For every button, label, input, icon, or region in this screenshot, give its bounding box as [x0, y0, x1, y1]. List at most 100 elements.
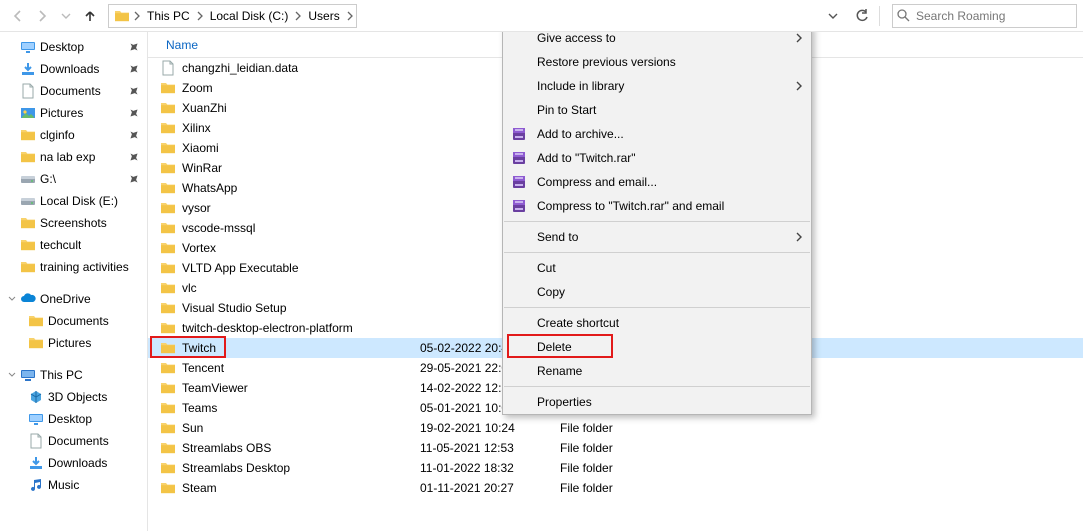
address-dropdown[interactable] [823, 11, 843, 21]
folder-icon [160, 380, 176, 396]
nav-item[interactable]: Documents [0, 430, 147, 452]
nav-item[interactable]: Downloads [0, 58, 147, 80]
nav-item[interactable]: training activities [0, 256, 147, 278]
documents-icon [20, 83, 36, 99]
menu-item-label: Give access to [537, 32, 616, 45]
menu-item[interactable]: Add to "Twitch.rar" [503, 146, 811, 170]
file-icon [160, 60, 176, 76]
folder-icon [113, 7, 131, 25]
file-name: Visual Studio Setup [182, 301, 287, 315]
menu-item[interactable]: Create shortcut [503, 311, 811, 335]
menu-item[interactable]: Send to [503, 225, 811, 249]
nav-item[interactable]: Desktop [0, 408, 147, 430]
nav-onedrive[interactable]: OneDrive [0, 288, 147, 310]
nav-item[interactable]: Screenshots [0, 212, 147, 234]
forward-button[interactable] [30, 4, 54, 28]
nav-item[interactable]: na lab exp [0, 146, 147, 168]
breadcrumb-this-pc[interactable]: This PC [141, 5, 196, 27]
nav-item[interactable]: Downloads [0, 452, 147, 474]
menu-item[interactable]: Give access to [503, 32, 811, 50]
submenu-arrow-icon [795, 81, 803, 91]
search-input[interactable]: Search Roaming [892, 4, 1077, 28]
documents-icon [28, 433, 44, 449]
blank-icon [509, 258, 529, 278]
breadcrumb-local-disk-c[interactable]: Local Disk (C:) [204, 5, 295, 27]
column-name[interactable]: Name [148, 38, 408, 52]
search-placeholder: Search Roaming [916, 9, 1005, 23]
folder-icon [28, 335, 44, 351]
file-name: XuanZhi [182, 101, 227, 115]
nav-item[interactable]: Music [0, 474, 147, 496]
nav-item[interactable]: Pictures [0, 102, 147, 124]
file-name: vlc [182, 281, 197, 295]
nav-item[interactable]: Documents [0, 80, 147, 102]
nav-item-label: Documents [48, 314, 109, 328]
menu-item[interactable]: Properties [503, 390, 811, 414]
rar-icon [509, 172, 529, 192]
pin-icon [129, 64, 143, 74]
menu-item[interactable]: Copy [503, 280, 811, 304]
nav-item[interactable]: Desktop [0, 36, 147, 58]
menu-item-label: Compress and email... [537, 175, 657, 189]
file-type: File folder [554, 441, 674, 455]
file-row[interactable]: Steam 01-11-2021 20:27 File folder [148, 478, 1083, 498]
folder-icon [160, 320, 176, 336]
file-row[interactable]: Sun 19-02-2021 10:24 File folder [148, 418, 1083, 438]
nav-item[interactable]: Local Disk (E:) [0, 190, 147, 212]
nav-item[interactable]: clginfo [0, 124, 147, 146]
nav-this-pc[interactable]: This PC [0, 364, 147, 386]
menu-item[interactable]: Restore previous versions [503, 50, 811, 74]
pin-icon [129, 108, 143, 118]
nav-item-label: na lab exp [40, 150, 95, 164]
blank-icon [509, 282, 529, 302]
pin-icon [129, 152, 143, 162]
menu-item[interactable]: Delete [503, 335, 811, 359]
back-button[interactable] [6, 4, 30, 28]
menu-item-label: Cut [537, 261, 556, 275]
nav-item-label: clginfo [40, 128, 75, 142]
desktop-icon [20, 39, 36, 55]
menu-item[interactable]: Add to archive... [503, 122, 811, 146]
menu-item[interactable]: Rename [503, 359, 811, 383]
file-name: vysor [182, 201, 211, 215]
nav-item-label: Music [48, 478, 79, 492]
refresh-button[interactable] [849, 9, 875, 23]
menu-item[interactable]: Compress to "Twitch.rar" and email [503, 194, 811, 218]
menu-item[interactable]: Pin to Start [503, 98, 811, 122]
file-name: Sun [182, 421, 203, 435]
rar-icon [509, 148, 529, 168]
nav-item[interactable]: techcult [0, 234, 147, 256]
menu-separator [504, 307, 810, 308]
breadcrumb-users[interactable]: Users [302, 5, 345, 27]
menu-item[interactable]: Compress and email... [503, 170, 811, 194]
drive-icon [20, 193, 36, 209]
file-row[interactable]: Streamlabs OBS 11-05-2021 12:53 File fol… [148, 438, 1083, 458]
downloads-icon [20, 61, 36, 77]
nav-item[interactable]: 3D Objects [0, 386, 147, 408]
nav-item-label: Pictures [40, 106, 83, 120]
file-list: Name Size changzhi_leidian.data 1 KB Zoo… [148, 32, 1083, 531]
nav-item-label: Downloads [40, 62, 99, 76]
navigation-pane: Desktop Downloads Documents Pictures clg… [0, 32, 148, 531]
search-icon [897, 9, 910, 22]
file-row[interactable]: Streamlabs Desktop 11-01-2022 18:32 File… [148, 458, 1083, 478]
menu-item-label: Send to [537, 230, 578, 244]
menu-item[interactable]: Cut [503, 256, 811, 280]
breadcrumb[interactable]: This PC Local Disk (C:) Users [108, 4, 357, 28]
folder-icon [28, 313, 44, 329]
recent-dropdown[interactable] [54, 4, 78, 28]
menu-item[interactable]: Include in library [503, 74, 811, 98]
folder-icon [160, 440, 176, 456]
nav-item[interactable]: Pictures [0, 332, 147, 354]
nav-item[interactable]: Documents [0, 310, 147, 332]
folder-icon [160, 180, 176, 196]
file-name: Vortex [182, 241, 216, 255]
file-date: 01-11-2021 20:27 [414, 481, 554, 495]
blank-icon [509, 100, 529, 120]
folder-icon [160, 120, 176, 136]
nav-item[interactable]: G:\ [0, 168, 147, 190]
file-name: WinRar [182, 161, 222, 175]
rar-icon [509, 196, 529, 216]
up-button[interactable] [78, 4, 102, 28]
folder-icon [160, 420, 176, 436]
